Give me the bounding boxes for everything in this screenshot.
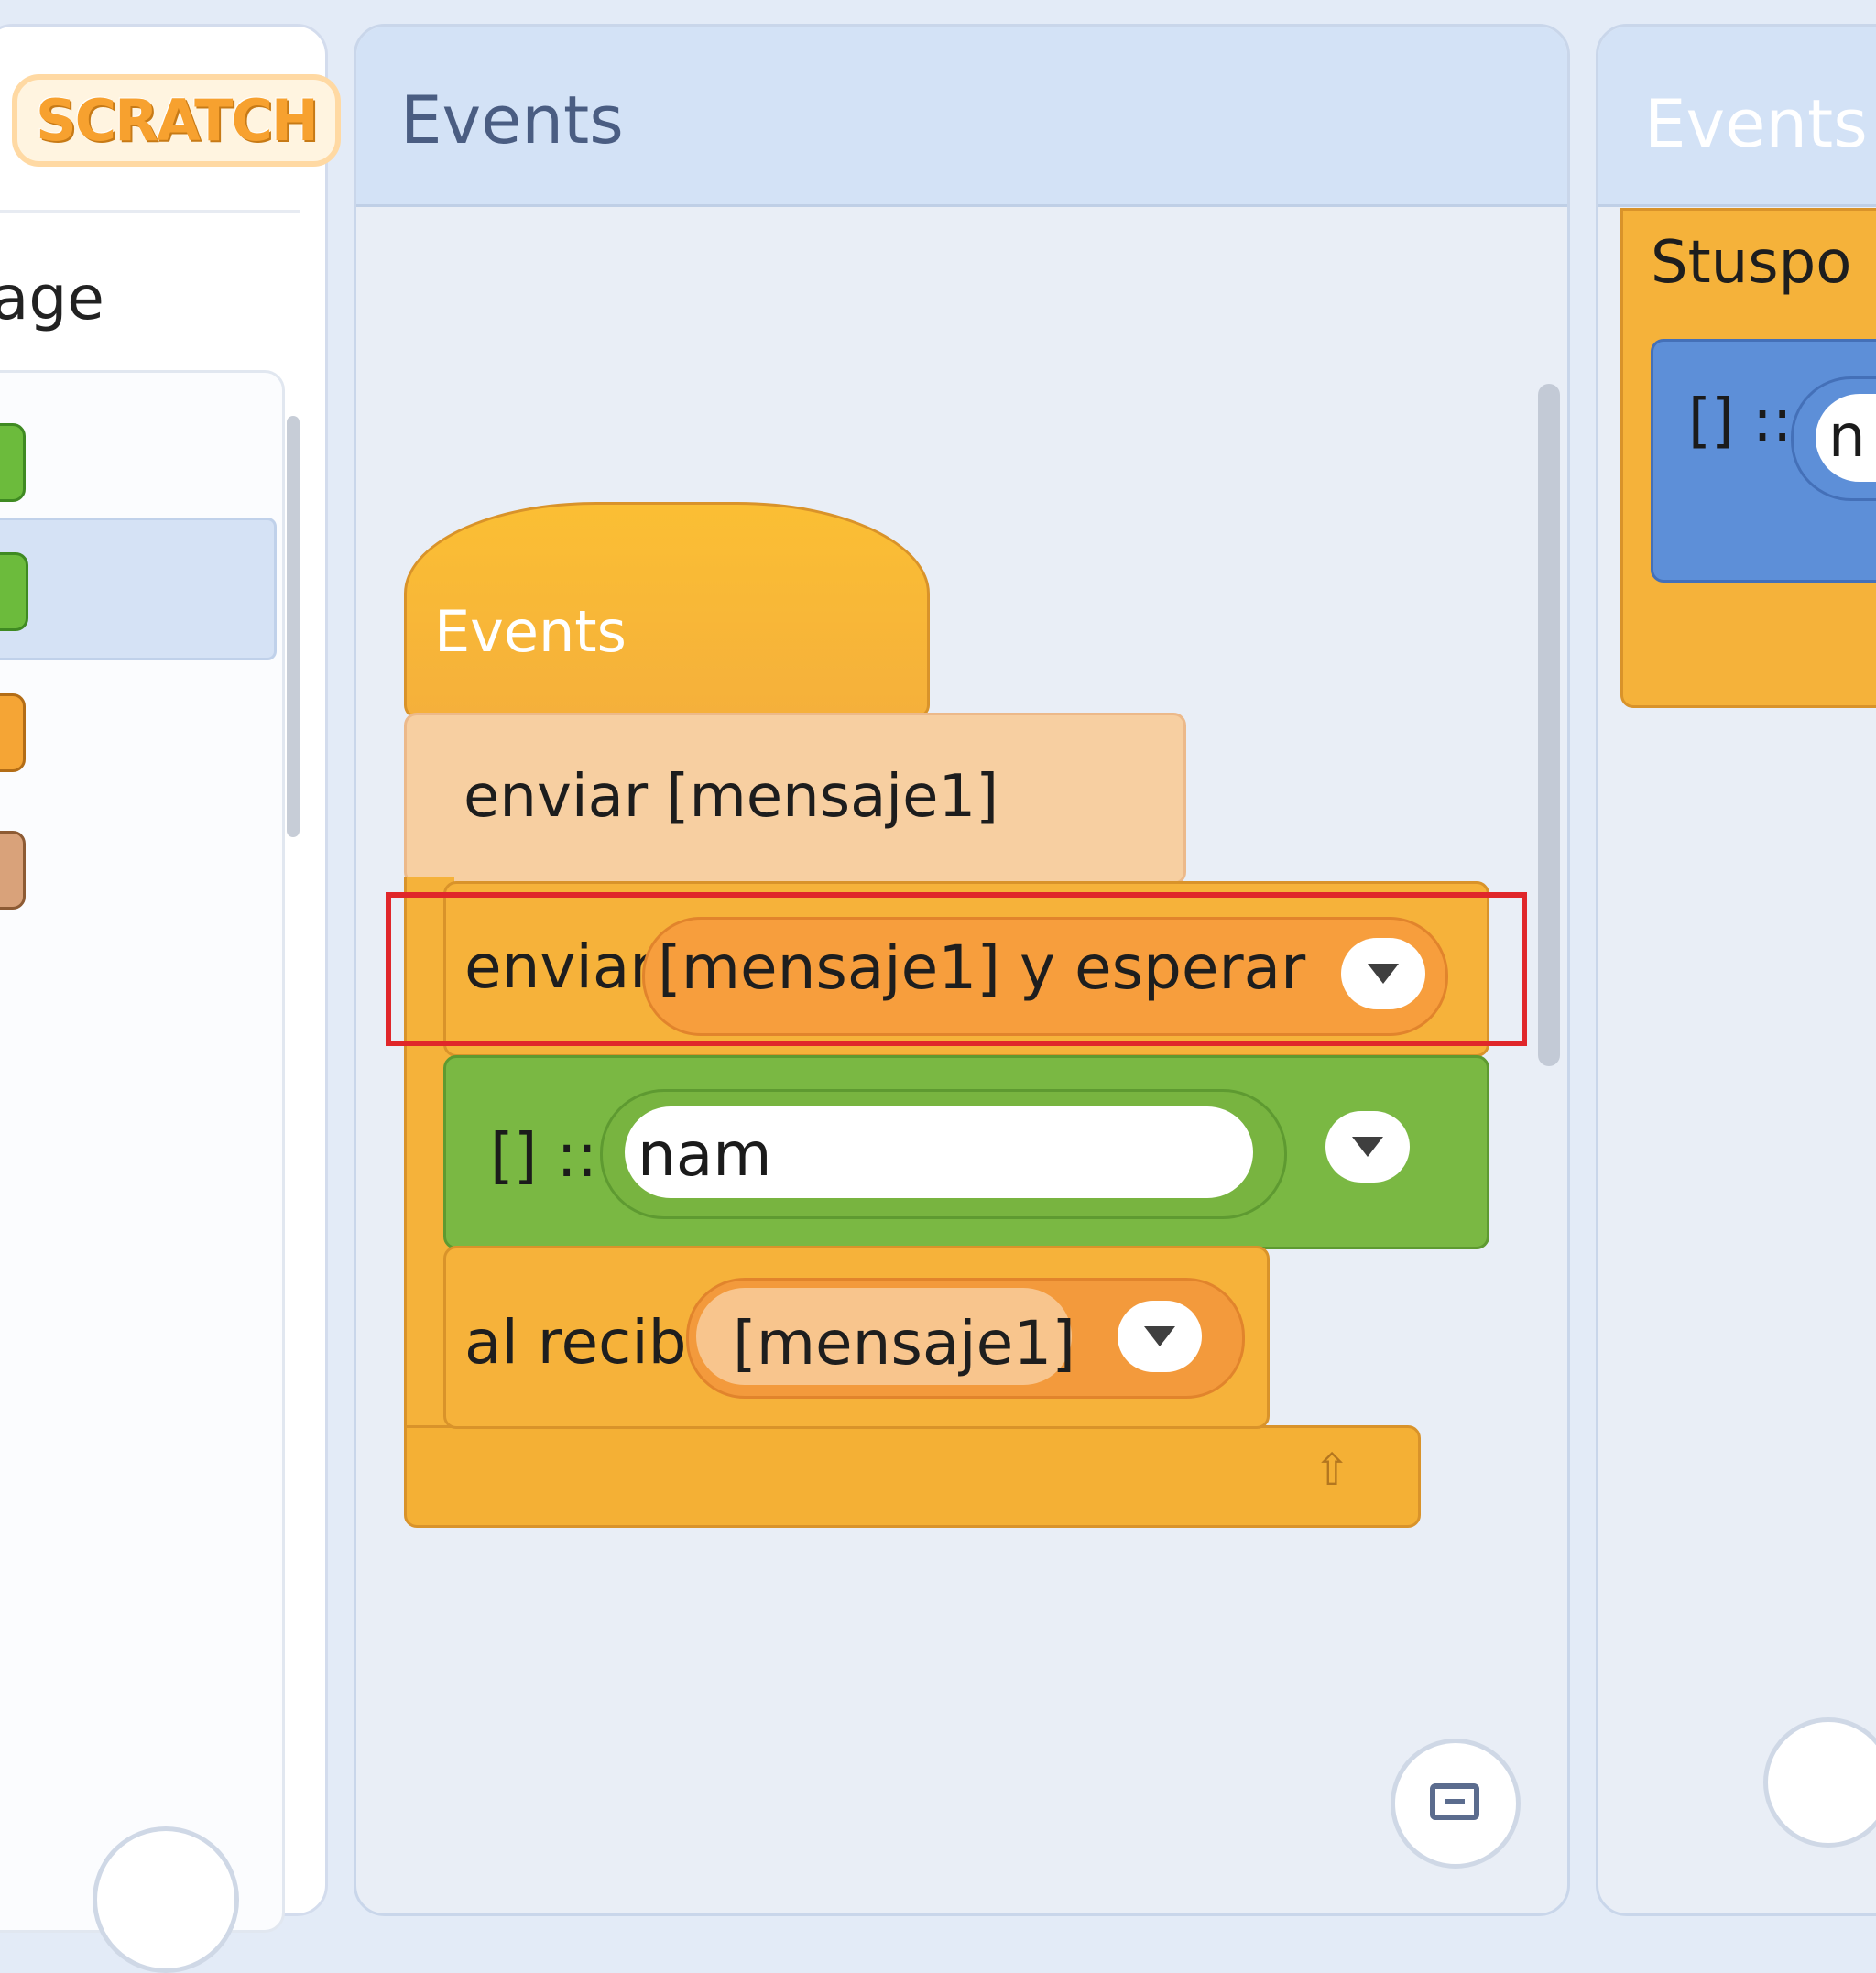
- looks-block[interactable]: [] :: nam: [443, 1055, 1489, 1249]
- looks-input-wrapper: nam: [600, 1089, 1287, 1219]
- motion-block-prefix: [] ::: [1688, 387, 1793, 455]
- looks-input-field[interactable]: nam: [625, 1106, 1253, 1198]
- sprite-thumb-icon: [0, 423, 26, 502]
- editor-header: Events: [356, 27, 1567, 207]
- send-message-block[interactable]: enviar [mensaje1]: [404, 713, 1186, 885]
- category-title-2: Events: [1644, 85, 1868, 162]
- receive-dropdown-button[interactable]: [1118, 1301, 1202, 1372]
- code-editor-panel-2: Events Stuspo [] :: n: [1596, 24, 1876, 1916]
- chevron-down-icon: [1352, 1137, 1383, 1157]
- sprite-item-4[interactable]: [0, 803, 271, 941]
- sprite-item-1[interactable]: [0, 391, 271, 529]
- stage-label: tage: [0, 263, 104, 333]
- zoom-equal-icon: [1430, 1783, 1479, 1820]
- editor2-header: Events: [1598, 27, 1876, 207]
- events-c-block-2[interactable]: Stuspo [] :: n: [1620, 208, 1876, 708]
- receive-message-value: [mensaje1]: [733, 1308, 1075, 1379]
- category-title: Events: [400, 82, 624, 158]
- chevron-down-icon: [1144, 1326, 1175, 1346]
- sidebar-scrollbar[interactable]: [287, 416, 300, 837]
- scratch-logo-text: SCRATCH: [12, 74, 341, 167]
- send-message-label: enviar [mensaje1]: [464, 763, 999, 831]
- motion-input-value: n: [1828, 403, 1866, 471]
- add-sprite-button[interactable]: [93, 1826, 239, 1973]
- receive-message-field: [mensaje1]: [696, 1288, 1075, 1385]
- zoom-button-2[interactable]: [1763, 1717, 1876, 1848]
- receive-message-dropdown[interactable]: [mensaje1]: [686, 1278, 1245, 1399]
- zoom-reset-button[interactable]: [1391, 1739, 1521, 1869]
- sprite-item-2[interactable]: [0, 518, 277, 660]
- sprite-thumb-icon: [0, 693, 26, 772]
- editor-scrollbar[interactable]: [1538, 384, 1560, 1066]
- arrow-up-icon: ⇧: [1314, 1444, 1351, 1496]
- c-block-bottom[interactable]: ⇧: [404, 1425, 1421, 1528]
- looks-dropdown-button[interactable]: [1325, 1111, 1410, 1183]
- motion-input-field[interactable]: n: [1816, 394, 1876, 482]
- hat-block-label: Events: [434, 598, 627, 665]
- sprite-list: [0, 370, 285, 1933]
- looks-input-value: nam: [638, 1119, 772, 1190]
- motion-block[interactable]: [] :: n: [1651, 339, 1876, 583]
- events-hat-block[interactable]: Events: [404, 502, 930, 718]
- events-block-2-label: Stuspo: [1651, 229, 1852, 297]
- motion-input-wrapper: n: [1791, 376, 1876, 501]
- sprite-item-3[interactable]: [0, 666, 271, 803]
- sprite-sidebar: SCRATCH tage: [0, 24, 341, 1973]
- sidebar-divider: [0, 210, 300, 213]
- looks-block-prefix: [] ::: [490, 1120, 597, 1191]
- scratch-logo[interactable]: SCRATCH: [12, 74, 341, 167]
- highlight-box: [386, 892, 1527, 1046]
- sprite-thumb-icon: [0, 831, 26, 910]
- when-i-receive-block[interactable]: al recibir [mensaje1]: [443, 1246, 1270, 1429]
- sprite-thumb-icon: [0, 552, 28, 631]
